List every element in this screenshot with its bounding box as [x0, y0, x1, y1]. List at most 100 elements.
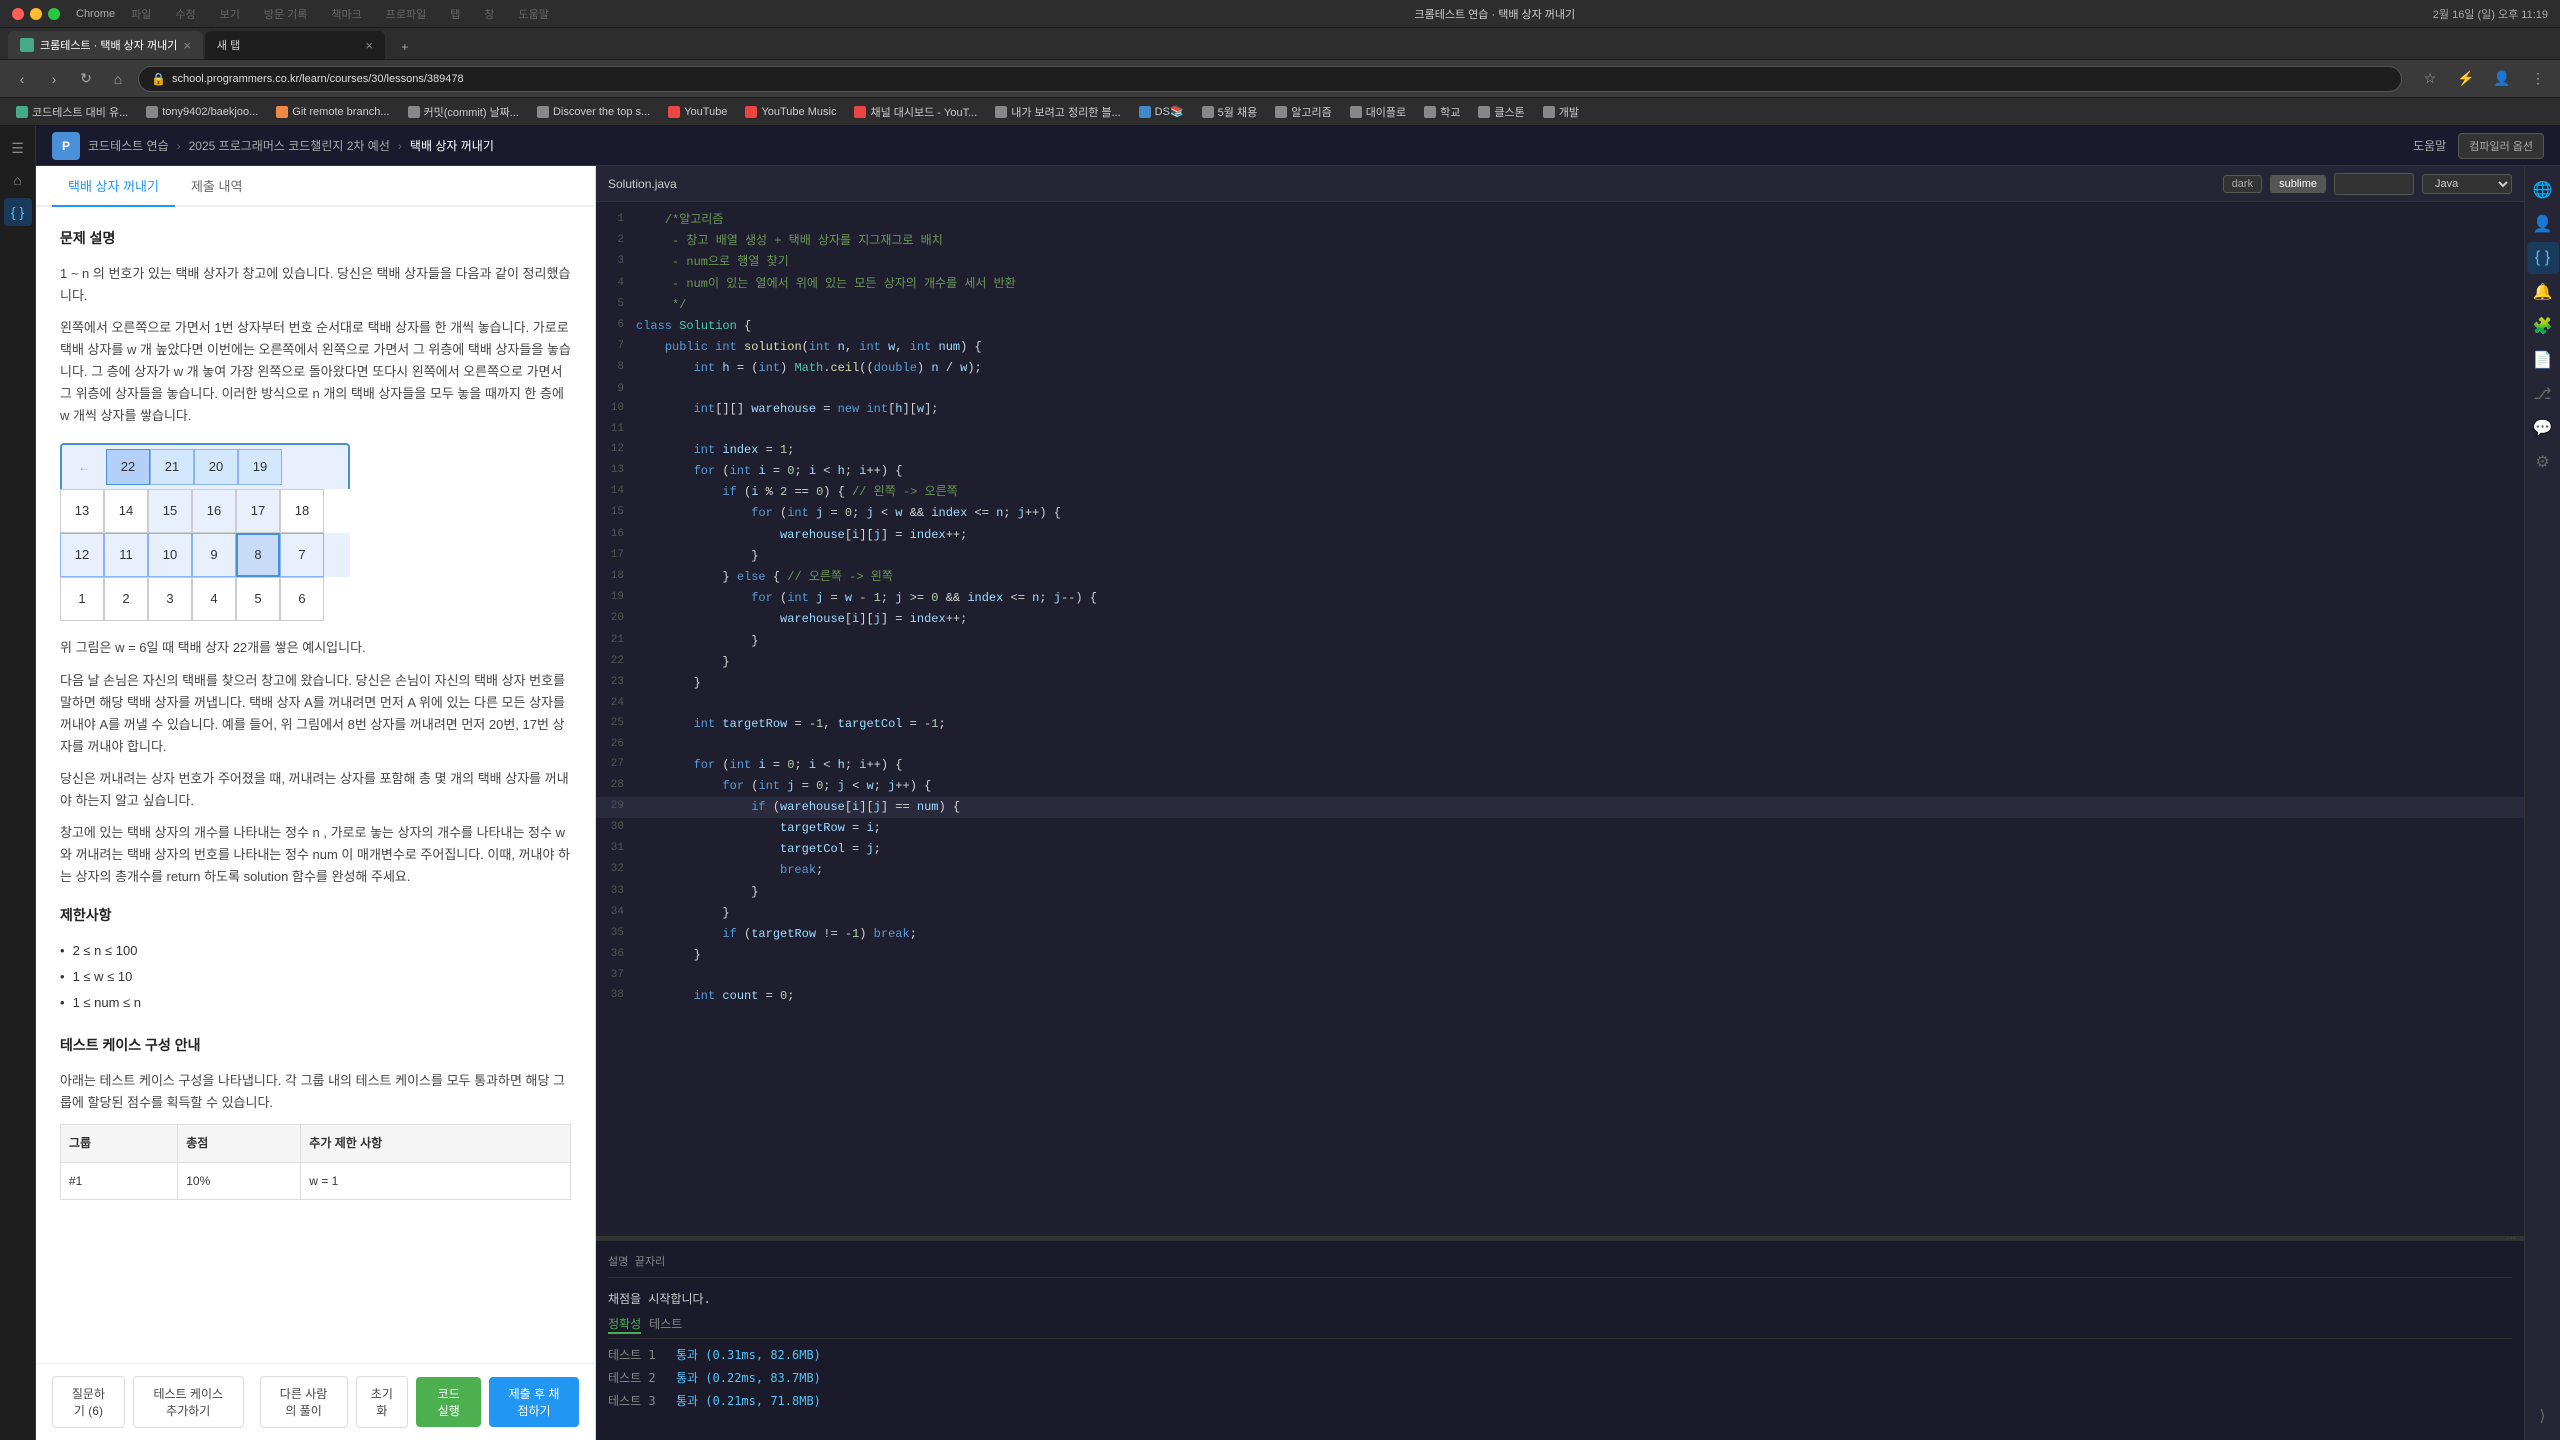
help-button[interactable]: 도움말	[2413, 137, 2446, 154]
theme-sublime-button[interactable]: sublime	[2270, 175, 2326, 193]
result-value-3: 통과 (0.21ms, 71.8MB)	[676, 1392, 821, 1409]
bookmark-commit[interactable]: 커밋(commit) 날짜...	[400, 102, 527, 122]
bookmark-ytmusic[interactable]: YouTube Music	[737, 104, 844, 120]
tab-newtab[interactable]: 새 탭 ×	[205, 31, 385, 59]
address-bar[interactable]: 🔒 school.programmers.co.kr/learn/courses…	[138, 66, 2402, 92]
bookmark-label-1: tony9402/baekjoo...	[162, 106, 258, 118]
bookmark-daple[interactable]: 대이플로	[1342, 102, 1414, 122]
bookmark-icon-8	[995, 106, 1007, 118]
result-value-1: 통과 (0.31ms, 82.6MB)	[676, 1346, 821, 1363]
editor-toolbar-right: dark sublime Java JavaScript Python3	[2223, 173, 2512, 195]
sidebar-menu-icon[interactable]: ☰	[4, 134, 32, 162]
bookmark-ytchannel[interactable]: 채널 대시보드 - YouT...	[846, 102, 985, 122]
page-top-nav: P 코드테스트 연습 › 2025 프로그래머스 코드챌린지 2차 예선 › 택…	[36, 126, 2560, 166]
traffic-lights	[12, 8, 60, 20]
tab-close-button[interactable]: ×	[183, 38, 191, 53]
new-tab-button[interactable]: +	[391, 35, 419, 59]
code-line-34: 34 }	[596, 903, 2524, 924]
bookmark-blog[interactable]: 내가 보려고 정리한 블...	[987, 102, 1128, 122]
result-label-3: 테스트 3	[608, 1392, 668, 1409]
tab-submissions[interactable]: 제출 내역	[175, 166, 258, 207]
back-button[interactable]: ‹	[8, 67, 36, 91]
breadcrumb-2[interactable]: 2025 프로그래머스 코드챌린지 2차 예선	[189, 137, 390, 154]
sidebar-code-icon[interactable]: { }	[4, 198, 32, 226]
rs-collapse-icon[interactable]: ⟩	[2527, 1400, 2559, 1432]
ask-button[interactable]: 질문하기 (6)	[52, 1376, 125, 1428]
font-input[interactable]	[2334, 173, 2414, 195]
bookmark-algo[interactable]: 알고리즘	[1267, 102, 1339, 122]
forward-button[interactable]: ›	[40, 67, 68, 91]
code-line-2: 2 - 창고 배열 생성 + 택배 상자를 지그재그로 배치	[596, 231, 2524, 252]
problem-content: 문제 설명 1 ~ n 의 번호가 있는 택배 상자가 창고에 있습니다. 당신…	[36, 207, 595, 1363]
theme-dark-button[interactable]: dark	[2223, 175, 2262, 193]
add-test-button[interactable]: 테스트 케이스 추가하기	[133, 1376, 244, 1428]
bookmark-discover[interactable]: Discover the top s...	[529, 104, 658, 120]
tab-active[interactable]: 크롬테스트 · 택배 상자 꺼내기 ×	[8, 31, 203, 59]
output-panel: 설명 끝자리 채점을 시작합니다. 정확성 테스트 테스트 1 통과 (0.31…	[596, 1240, 2524, 1440]
fullscreen-button[interactable]	[48, 8, 60, 20]
code-editor[interactable]: 1 /*알고리즘 2 - 창고 배열 생성 + 택배 상자를 지그재그로 배치 …	[596, 202, 2524, 1236]
bookmark-capstone[interactable]: 클스톤	[1470, 102, 1532, 122]
bookmark-may[interactable]: 5월 채용	[1194, 102, 1266, 122]
menu-bar-right: 2월 16일 (일) 오후 11:19	[2433, 6, 2548, 22]
settings-button[interactable]: ⋮	[2524, 67, 2552, 91]
bookmark-github[interactable]: tony9402/baekjoo...	[138, 104, 266, 120]
bookmark-git[interactable]: Git remote branch...	[268, 104, 397, 120]
code-line-38: 38 int count = 0;	[596, 986, 2524, 1007]
rs-code-icon[interactable]: { }	[2527, 242, 2559, 274]
bookmark-label-9: DS📚	[1155, 105, 1184, 118]
bookmark-ds[interactable]: DS📚	[1131, 103, 1192, 120]
constraint-3: • 1 ≤ num ≤ n	[60, 992, 571, 1014]
minimize-button[interactable]	[30, 8, 42, 20]
tab-test[interactable]: 테스트	[649, 1315, 682, 1334]
tab-problem[interactable]: 택배 상자 꺼내기	[52, 166, 175, 207]
bookmark-youtube[interactable]: YouTube	[660, 104, 735, 120]
output-results: 테스트 1 통과 (0.31ms, 82.6MB) 테스트 2 통과 (0.22…	[608, 1343, 2512, 1412]
constraint-1: • 2 ≤ n ≤ 100	[60, 940, 571, 962]
bookmark-star-button[interactable]: ☆	[2416, 67, 2444, 91]
rs-notification-icon[interactable]: 🔔	[2527, 276, 2559, 308]
reload-button[interactable]: ↻	[72, 67, 100, 91]
rs-chrome-icon[interactable]: 🌐	[2527, 174, 2559, 206]
rs-settings-icon[interactable]: ⚙	[2527, 446, 2559, 478]
problem-panel: 택배 상자 꺼내기 제출 내역 문제 설명 1 ~ n 의 번호가 있는 택배 …	[36, 166, 596, 1440]
run-button[interactable]: 코드 실행	[416, 1377, 481, 1427]
breadcrumb-1[interactable]: 코드테스트 연습	[88, 137, 169, 154]
code-line-33: 33 }	[596, 882, 2524, 903]
language-select[interactable]: Java JavaScript Python3	[2422, 174, 2512, 194]
tab-title-2: 새 탭	[217, 37, 240, 53]
result-tabs: 정확성 테스트	[608, 1311, 2512, 1339]
tab2-close-button[interactable]: ×	[365, 38, 373, 53]
compiler-options-button[interactable]: 컴파일러 옵션	[2458, 133, 2544, 159]
init-button[interactable]: 초기화	[356, 1376, 409, 1428]
code-line-25: 25 int targetRow = -1, targetCol = -1;	[596, 714, 2524, 735]
code-line-36: 36 }	[596, 945, 2524, 966]
extensions-button[interactable]: ⚡	[2452, 67, 2480, 91]
code-line-29: 29 if (warehouse[i][j] == num) {	[596, 797, 2524, 818]
rs-puzzle-icon[interactable]: 🧩	[2527, 310, 2559, 342]
rs-git-icon[interactable]: ⎇	[2527, 378, 2559, 410]
code-line-3: 3 - num으로 행열 찾기	[596, 252, 2524, 273]
tab-accuracy[interactable]: 정확성	[608, 1315, 641, 1334]
bookmark-label-4: Discover the top s...	[553, 106, 650, 118]
bookmark-dev[interactable]: 개발	[1535, 102, 1587, 122]
profile-button[interactable]: 👤	[2488, 67, 2516, 91]
rs-source-icon[interactable]: 📄	[2527, 344, 2559, 376]
other-solution-button[interactable]: 다른 사람의 풀이	[260, 1376, 348, 1428]
home-button[interactable]: ⌂	[104, 67, 132, 91]
submit-button[interactable]: 제출 후 채점하기	[489, 1377, 579, 1427]
bottom-buttons: 질문하기 (6) 테스트 케이스 추가하기 다른 사람의 풀이 초기화 코드 실…	[36, 1363, 595, 1440]
constraint-text-2: 1 ≤ w ≤ 10	[73, 966, 133, 988]
bookmark-label-6: YouTube Music	[761, 106, 836, 118]
rs-profile-icon[interactable]: 👤	[2527, 208, 2559, 240]
sidebar-home-icon[interactable]: ⌂	[4, 166, 32, 194]
rs-chat-icon[interactable]: 💬	[2527, 412, 2559, 444]
bookmark-school[interactable]: 학교	[1416, 102, 1468, 122]
close-button[interactable]	[12, 8, 24, 20]
breadcrumb-divider-1: ›	[177, 139, 181, 153]
table-row: #1 10% w = 1	[61, 1162, 571, 1199]
bookmark-codetest[interactable]: 코드테스트 대비 유...	[8, 102, 136, 122]
bookmark-label-11: 알고리즘	[1291, 104, 1331, 120]
bookmark-label-2: Git remote branch...	[292, 106, 389, 118]
code-line-24: 24	[596, 694, 2524, 714]
